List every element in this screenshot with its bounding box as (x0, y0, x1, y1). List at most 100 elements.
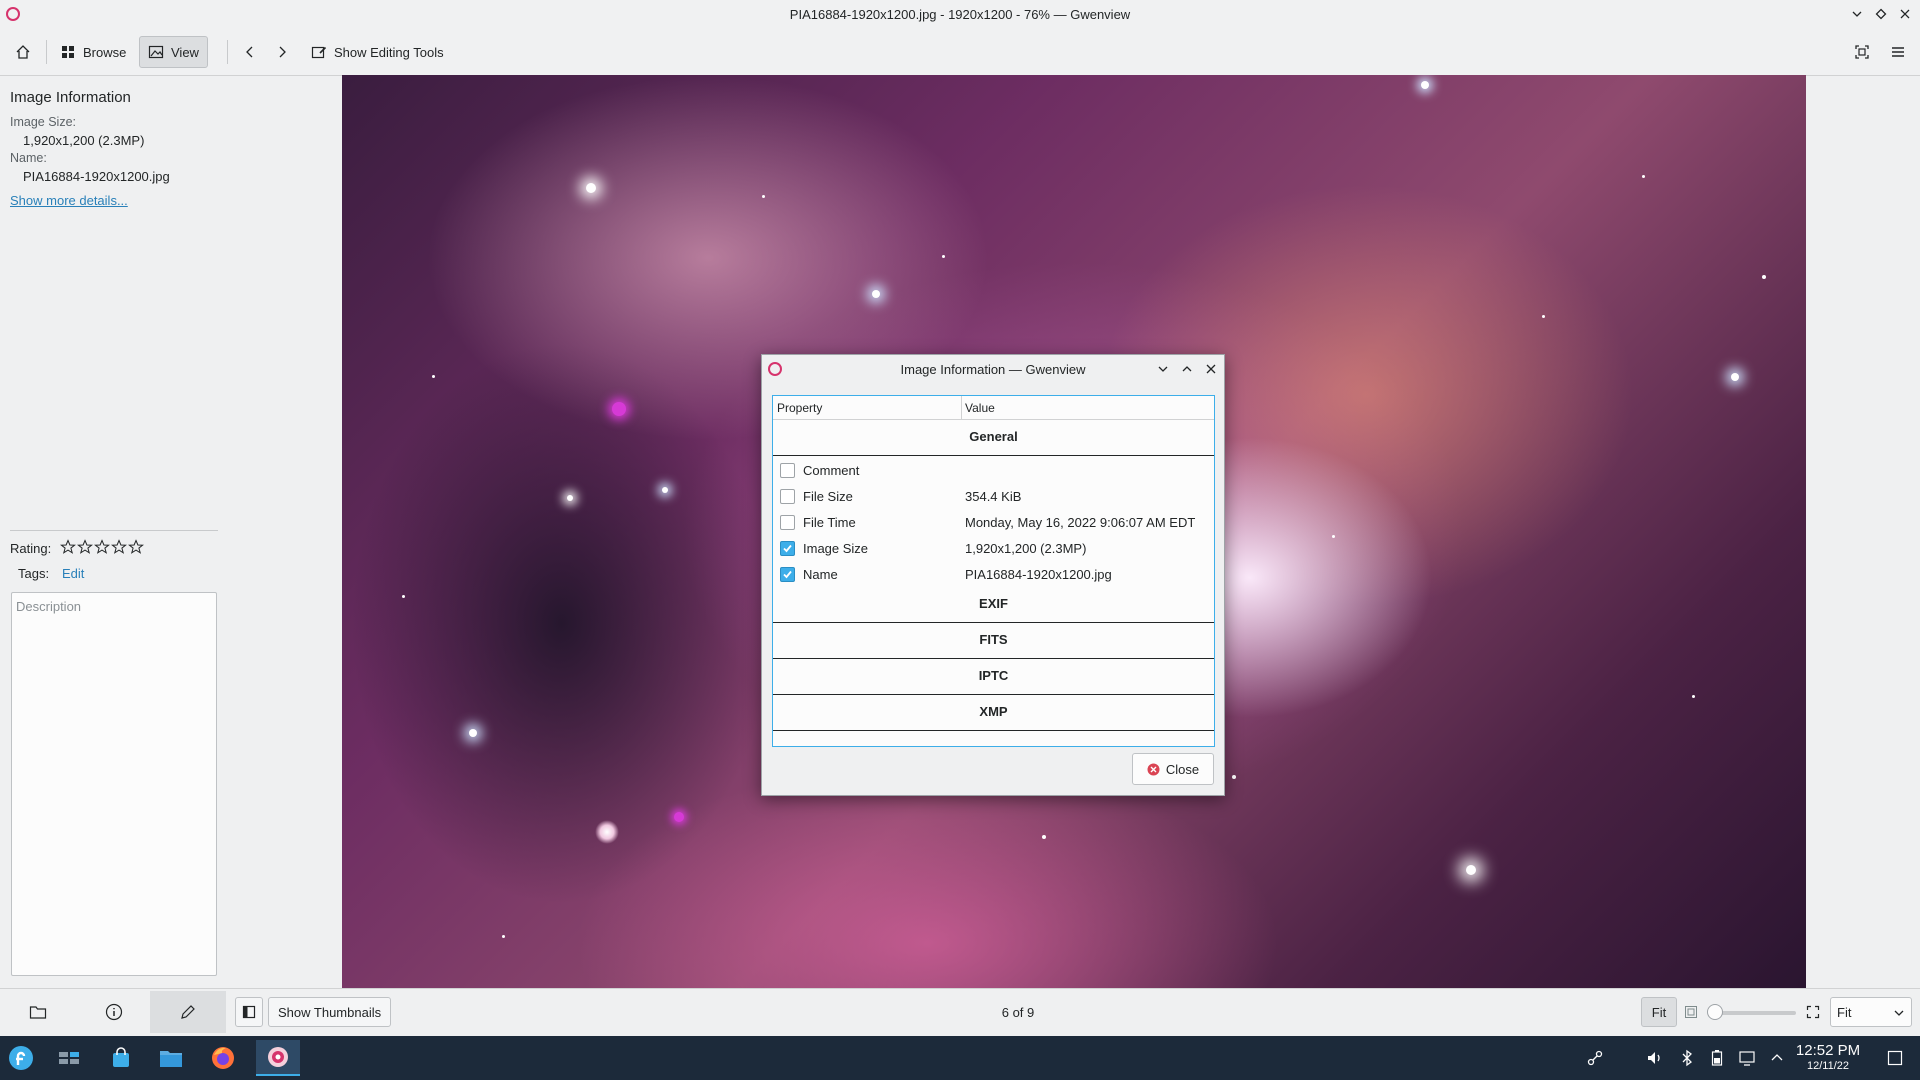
tree-header: Property Value (773, 396, 1214, 420)
desktop-icon (1887, 1050, 1903, 1066)
image-size-value: 1,920x1,200 (2.3MP) (23, 133, 145, 148)
table-row[interactable]: File Time Monday, May 16, 2022 9:06:07 A… (773, 509, 1214, 535)
next-button[interactable] (268, 36, 296, 68)
row-checkbox[interactable] (780, 463, 795, 478)
sidebar-panel: Image Information Image Size: 1,920x1,20… (0, 77, 228, 988)
battery-icon[interactable] (1702, 1043, 1732, 1073)
table-row[interactable]: Image Size 1,920x1,200 (2.3MP) (773, 535, 1214, 561)
dialog-titlebar: Image Information — Gwenview (762, 355, 1224, 383)
star (1692, 695, 1695, 698)
close-icon[interactable] (1202, 360, 1220, 378)
row-checkbox-checked[interactable] (780, 541, 795, 556)
star-icon[interactable] (77, 539, 93, 555)
group-exif[interactable]: EXIF (773, 587, 1214, 623)
discover-button[interactable] (106, 1043, 136, 1073)
firefox-button[interactable] (208, 1043, 238, 1073)
row-checkbox[interactable] (780, 489, 795, 504)
star-icon[interactable] (60, 539, 76, 555)
description-textarea[interactable]: Description (11, 592, 217, 976)
table-row[interactable]: Name PIA16884-1920x1200.jpg (773, 561, 1214, 587)
rating-stars[interactable] (60, 539, 144, 555)
group-general[interactable]: General (773, 420, 1214, 456)
volume-icon[interactable] (1640, 1043, 1670, 1073)
star-icon[interactable] (94, 539, 110, 555)
editing-tools-label: Show Editing Tools (334, 44, 444, 60)
gwenview-app-icon (768, 362, 782, 376)
group-fits[interactable]: FITS (773, 623, 1214, 659)
show-hidden-icons-button[interactable] (1762, 1043, 1792, 1073)
home-button[interactable] (8, 36, 38, 68)
value-cell: Monday, May 16, 2022 9:06:07 AM EDT (965, 515, 1196, 530)
zoom-in-icon[interactable] (1806, 1005, 1820, 1019)
gwenview-app-icon (6, 7, 20, 21)
star-icon[interactable] (111, 539, 127, 555)
maximize-icon[interactable] (1178, 360, 1196, 378)
bluetooth-icon[interactable] (1672, 1043, 1702, 1073)
application-launcher-button[interactable] (6, 1043, 36, 1073)
window-titlebar: PIA16884-1920x1200.jpg - 1920x1200 - 76%… (0, 0, 1920, 28)
maximize-icon[interactable] (1872, 5, 1890, 23)
network-applet-icon[interactable] (1580, 1043, 1610, 1073)
row-checkbox-checked[interactable] (780, 567, 795, 582)
rating-label: Rating: (10, 541, 52, 556)
fit-button[interactable]: Fit (1641, 997, 1677, 1027)
star (942, 255, 945, 258)
image-information-heading: Image Information (10, 89, 131, 106)
table-row[interactable]: File Size 354.4 KiB (773, 483, 1214, 509)
tags-edit-link[interactable]: Edit (62, 566, 84, 581)
star (1731, 373, 1739, 381)
fullscreen-button[interactable] (1848, 36, 1876, 68)
galaxy (595, 820, 619, 844)
star-icon[interactable] (128, 539, 144, 555)
close-button[interactable]: Close (1132, 753, 1214, 785)
show-editing-tools-button[interactable]: Show Editing Tools (303, 36, 452, 68)
close-icon[interactable] (1896, 5, 1914, 23)
show-more-details-link[interactable]: Show more details... (10, 193, 128, 208)
name-value: PIA16884-1920x1200.jpg (23, 169, 170, 184)
property-column-header[interactable]: Property (777, 401, 822, 415)
zoom-out-icon[interactable] (1684, 1005, 1698, 1019)
column-separator[interactable] (961, 396, 962, 420)
group-iptc[interactable]: IPTC (773, 659, 1214, 695)
previous-button[interactable] (236, 36, 264, 68)
value-cell: PIA16884-1920x1200.jpg (965, 567, 1112, 582)
table-row[interactable]: Comment (773, 457, 1214, 483)
name-label: Name: (10, 151, 47, 165)
row-checkbox[interactable] (780, 515, 795, 530)
star (674, 812, 684, 822)
toolbar-separator (46, 40, 47, 64)
status-bar: Show Thumbnails 6 of 9 Fit Fit (0, 988, 1920, 1036)
star (1466, 865, 1476, 875)
display-configuration-icon[interactable] (1732, 1043, 1762, 1073)
property-cell: Image Size (803, 541, 869, 556)
hamburger-menu-button[interactable] (1884, 36, 1912, 68)
value-column-header[interactable]: Value (965, 401, 995, 415)
star (432, 375, 435, 378)
clock-time: 12:52 PM (1795, 1042, 1861, 1059)
star (1232, 775, 1236, 779)
image-size-label: Image Size: (10, 115, 77, 129)
digital-clock[interactable]: 12:52 PM 12/11/22 (1790, 1042, 1866, 1072)
file-manager-button[interactable] (156, 1043, 186, 1073)
show-desktop-button[interactable] (1880, 1043, 1910, 1073)
gwenview-task-button[interactable] (256, 1040, 300, 1076)
star (402, 595, 405, 598)
browse-button[interactable]: Browse (52, 36, 134, 68)
image-counter: 6 of 9 (1001, 1005, 1035, 1020)
star (762, 195, 765, 198)
fullscreen-icon (1854, 44, 1870, 60)
minimize-icon[interactable] (1848, 5, 1866, 23)
minimize-icon[interactable] (1154, 360, 1172, 378)
star (872, 290, 880, 298)
view-button[interactable]: View (139, 36, 208, 68)
metadata-tree[interactable]: Property Value General Comment File Size… (772, 395, 1215, 747)
chevron-right-icon (275, 45, 289, 59)
zoom-select[interactable]: Fit (1830, 997, 1912, 1027)
group-xmp[interactable]: XMP (773, 695, 1214, 731)
edit-image-icon (311, 44, 327, 60)
zoom-slider[interactable] (1712, 1011, 1796, 1015)
pager-button[interactable] (54, 1043, 84, 1073)
star (1542, 315, 1545, 318)
shopping-bag-icon (110, 1047, 132, 1069)
zoom-slider-handle[interactable] (1707, 1004, 1723, 1020)
